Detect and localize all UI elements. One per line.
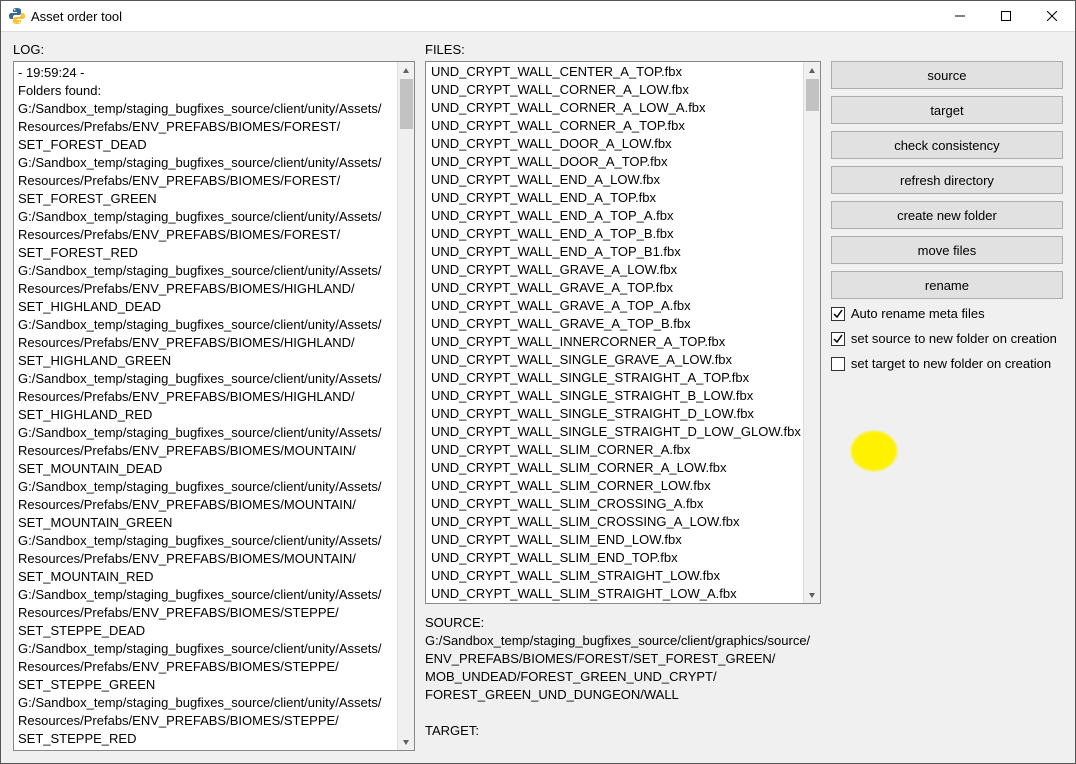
checkbox-icon[interactable] — [831, 307, 845, 321]
file-item[interactable]: UND_CRYPT_WALL_SLIM_STRAIGHT_LOW.fbx — [428, 567, 801, 585]
file-item[interactable]: UND_CRYPT_WALL_SLIM_END_LOW.fbx — [428, 531, 801, 549]
log-panel: - 19:59:24 - Folders found: G:/Sandbox_t… — [13, 61, 415, 751]
file-item[interactable]: UND_CRYPT_WALL_SLIM_CORNER_A.fbx — [428, 441, 801, 459]
checkbox-icon[interactable] — [831, 332, 845, 346]
spacer — [831, 42, 1063, 57]
scroll-up-icon[interactable] — [804, 62, 820, 79]
file-item[interactable]: UND_CRYPT_WALL_CENTER_A_TOP.fbx — [428, 63, 801, 81]
window-title: Asset order tool — [31, 9, 122, 24]
check-set-target[interactable]: set target to new folder on creation — [831, 356, 1063, 371]
refresh-directory-button[interactable]: refresh directory — [831, 166, 1063, 194]
file-item[interactable]: UND_CRYPT_WALL_SLIM_CORNER_A_LOW.fbx — [428, 459, 801, 477]
file-item[interactable]: UND_CRYPT_WALL_SINGLE_STRAIGHT_D_LOW.fbx — [428, 405, 801, 423]
source-path: G:/Sandbox_temp/staging_bugfixes_source/… — [425, 633, 810, 702]
file-item[interactable]: UND_CRYPT_WALL_SLIM_CROSSING_A_LOW.fbx — [428, 513, 801, 531]
file-item[interactable]: UND_CRYPT_WALL_SINGLE_STRAIGHT_A_TOP.fbx — [428, 369, 801, 387]
log-label: LOG: — [13, 42, 415, 57]
scroll-down-icon[interactable] — [398, 733, 414, 750]
files-panel: UND_CRYPT_WALL_CENTER_A_TOP.fbxUND_CRYPT… — [425, 61, 821, 604]
files-listbox[interactable]: UND_CRYPT_WALL_CENTER_A_TOP.fbxUND_CRYPT… — [426, 62, 803, 603]
scroll-down-icon[interactable] — [804, 586, 820, 603]
file-item[interactable]: UND_CRYPT_WALL_END_A_TOP_A.fbx — [428, 207, 801, 225]
file-item[interactable]: UND_CRYPT_WALL_SINGLE_STRAIGHT_D_LOW_GLO… — [428, 423, 801, 441]
check-set-source[interactable]: set source to new folder on creation — [831, 331, 1063, 346]
check-consistency-button[interactable]: check consistency — [831, 131, 1063, 159]
file-item[interactable]: UND_CRYPT_WALL_SINGLE_GRAVE_A_LOW.fbx — [428, 351, 801, 369]
file-item[interactable]: UND_CRYPT_WALL_GRAVE_A_LOW.fbx — [428, 261, 801, 279]
scroll-thumb[interactable] — [806, 79, 819, 111]
file-item[interactable]: UND_CRYPT_WALL_END_A_TOP_B.fbx — [428, 225, 801, 243]
source-button[interactable]: source — [831, 61, 1063, 89]
file-item[interactable]: UND_CRYPT_WALL_CORNER_A_TOP.fbx — [428, 117, 801, 135]
target-label: TARGET: — [425, 723, 479, 738]
check-auto-rename[interactable]: Auto rename meta files — [831, 306, 1063, 321]
source-label: SOURCE: — [425, 615, 484, 630]
scroll-up-icon[interactable] — [398, 62, 414, 79]
python-icon — [9, 8, 25, 24]
files-label: FILES: — [425, 42, 821, 57]
titlebar: Asset order tool — [1, 1, 1075, 32]
file-item[interactable]: UND_CRYPT_WALL_SLIM_STRAIGHT_LOW_A.fbx — [428, 585, 801, 603]
file-item[interactable]: UND_CRYPT_WALL_GRAVE_A_TOP.fbx — [428, 279, 801, 297]
scroll-thumb[interactable] — [400, 79, 413, 129]
file-item[interactable]: UND_CRYPT_WALL_CORNER_A_LOW.fbx — [428, 81, 801, 99]
files-scrollbar[interactable] — [803, 62, 820, 603]
file-item[interactable]: UND_CRYPT_WALL_SLIM_CORNER_LOW.fbx — [428, 477, 801, 495]
rename-button[interactable]: rename — [831, 271, 1063, 299]
maximize-button[interactable] — [983, 1, 1029, 31]
check-label: Auto rename meta files — [851, 306, 985, 321]
file-item[interactable]: UND_CRYPT_WALL_INNERCORNER_A_TOP.fbx — [428, 333, 801, 351]
check-label: set target to new folder on creation — [851, 356, 1051, 371]
file-item[interactable]: UND_CRYPT_WALL_END_A_TOP_B1.fbx — [428, 243, 801, 261]
file-item[interactable]: UND_CRYPT_WALL_GRAVE_A_TOP_B.fbx — [428, 315, 801, 333]
log-scrollbar[interactable] — [397, 62, 414, 750]
annotation-highlight — [851, 431, 897, 471]
create-new-folder-button[interactable]: create new folder — [831, 201, 1063, 229]
file-item[interactable]: UND_CRYPT_WALL_GRAVE_A_TOP_A.fbx — [428, 297, 801, 315]
close-button[interactable] — [1029, 1, 1075, 31]
check-label: set source to new folder on creation — [851, 331, 1057, 346]
minimize-button[interactable] — [937, 1, 983, 31]
file-item[interactable]: UND_CRYPT_WALL_SLIM_CROSSING_A.fbx — [428, 495, 801, 513]
file-item[interactable]: UND_CRYPT_WALL_END_A_TOP.fbx — [428, 189, 801, 207]
client-area: LOG: - 19:59:24 - Folders found: G:/Sand… — [1, 32, 1075, 763]
file-item[interactable]: UND_CRYPT_WALL_SLIM_END_TOP.fbx — [428, 549, 801, 567]
file-item[interactable]: UND_CRYPT_WALL_END_A_LOW.fbx — [428, 171, 801, 189]
app-window: Asset order tool LOG: - 19:59:24 - Folde… — [0, 0, 1076, 764]
file-item[interactable]: UND_CRYPT_WALL_DOOR_A_LOW.fbx — [428, 135, 801, 153]
file-item[interactable]: UND_CRYPT_WALL_SINGLE_STRAIGHT_B_LOW.fbx — [428, 387, 801, 405]
checkbox-icon[interactable] — [831, 357, 845, 371]
file-item[interactable]: UND_CRYPT_WALL_CORNER_A_LOW_A.fbx — [428, 99, 801, 117]
file-item[interactable]: UND_CRYPT_WALL_DOOR_A_TOP.fbx — [428, 153, 801, 171]
path-info: SOURCE: G:/Sandbox_temp/staging_bugfixes… — [425, 614, 821, 740]
log-content[interactable]: - 19:59:24 - Folders found: G:/Sandbox_t… — [14, 62, 397, 750]
move-files-button[interactable]: move files — [831, 236, 1063, 264]
target-button[interactable]: target — [831, 96, 1063, 124]
